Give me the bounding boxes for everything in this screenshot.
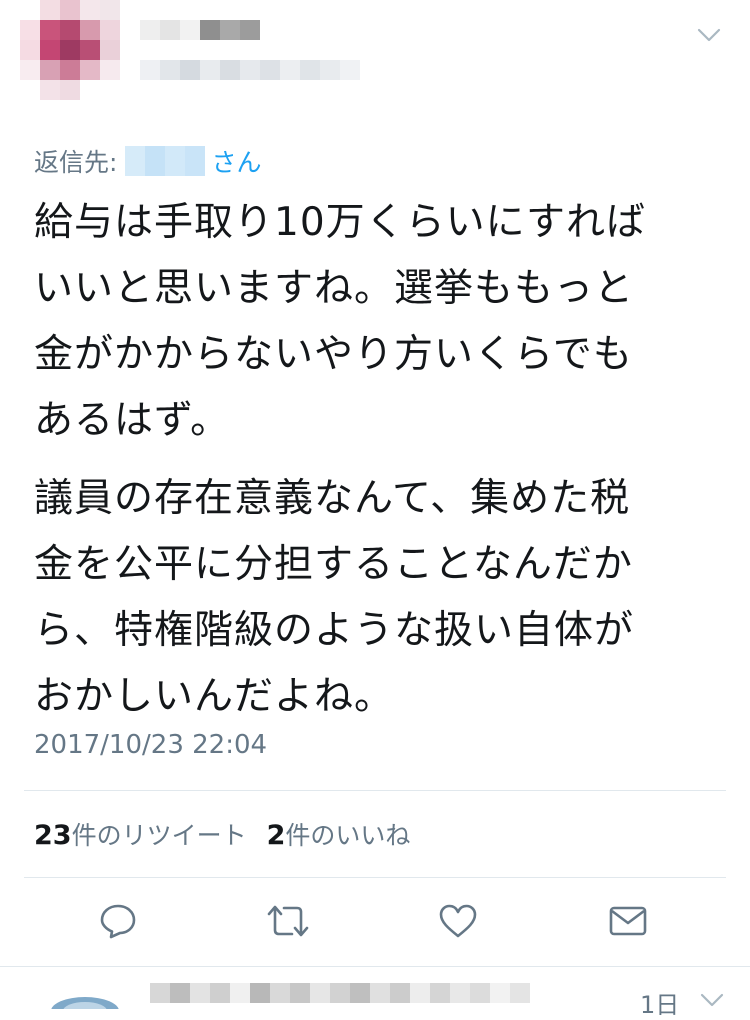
retweet-button[interactable] [264,895,312,947]
author-handle [140,60,360,80]
author-name[interactable] [140,15,360,55]
retweets-stat[interactable]: 23件のリツイート [34,816,247,852]
retweet-icon [267,905,309,937]
tweet-paragraph: 議員の存在意義なんて、集めた税 金を公平に分担することなんだか ら、特権階級のよ… [34,476,635,719]
heart-icon [439,904,477,938]
tweet-detail: 返信先: さん 給与は手取り10万くらいにすれば いいと思いますね。選挙ももっと… [0,0,750,1019]
tweet-timestamp: 2017/10/23 22:04 [34,730,268,760]
avatar[interactable] [40,985,130,1009]
tweet-text: 給与は手取り10万くらいにすれば いいと思いますね。選挙ももっと 金がかからない… [34,190,714,742]
tweet-paragraph: 給与は手取り10万くらいにすれば いいと思いますね。選挙ももっと 金がかからない… [34,200,647,443]
avatar[interactable] [20,0,120,100]
divider [24,790,726,791]
chevron-down-icon[interactable] [700,993,724,1007]
next-tweet-row[interactable]: 1日 [0,966,750,1019]
direct-message-button[interactable] [604,895,652,947]
envelope-icon [609,906,647,936]
next-tweet-time: 1日 [640,991,680,1019]
divider [24,877,726,878]
reply-icon [100,904,136,939]
likes-stat[interactable]: 2件のいいね [267,816,411,852]
reply-button[interactable] [94,895,142,947]
reply-to-label: 返信先: [34,148,118,177]
tweet-stats: 23件のリツイート 2件のいいね [34,816,410,852]
chevron-down-icon [697,28,721,42]
retweet-count: 23 [34,820,72,851]
reply-to-username[interactable] [125,146,206,176]
reply-to-suffix[interactable]: さん [211,143,261,179]
author-header[interactable] [20,0,360,100]
like-count: 2 [266,820,286,851]
like-button[interactable] [434,895,482,947]
like-label: 件のいいね [285,821,411,850]
retweet-label: 件のリツイート [71,821,247,850]
next-tweet-author[interactable] [150,977,610,1007]
more-options-button[interactable] [692,20,726,50]
reply-to-line: 返信先: さん [34,143,261,179]
action-bar [0,895,750,947]
